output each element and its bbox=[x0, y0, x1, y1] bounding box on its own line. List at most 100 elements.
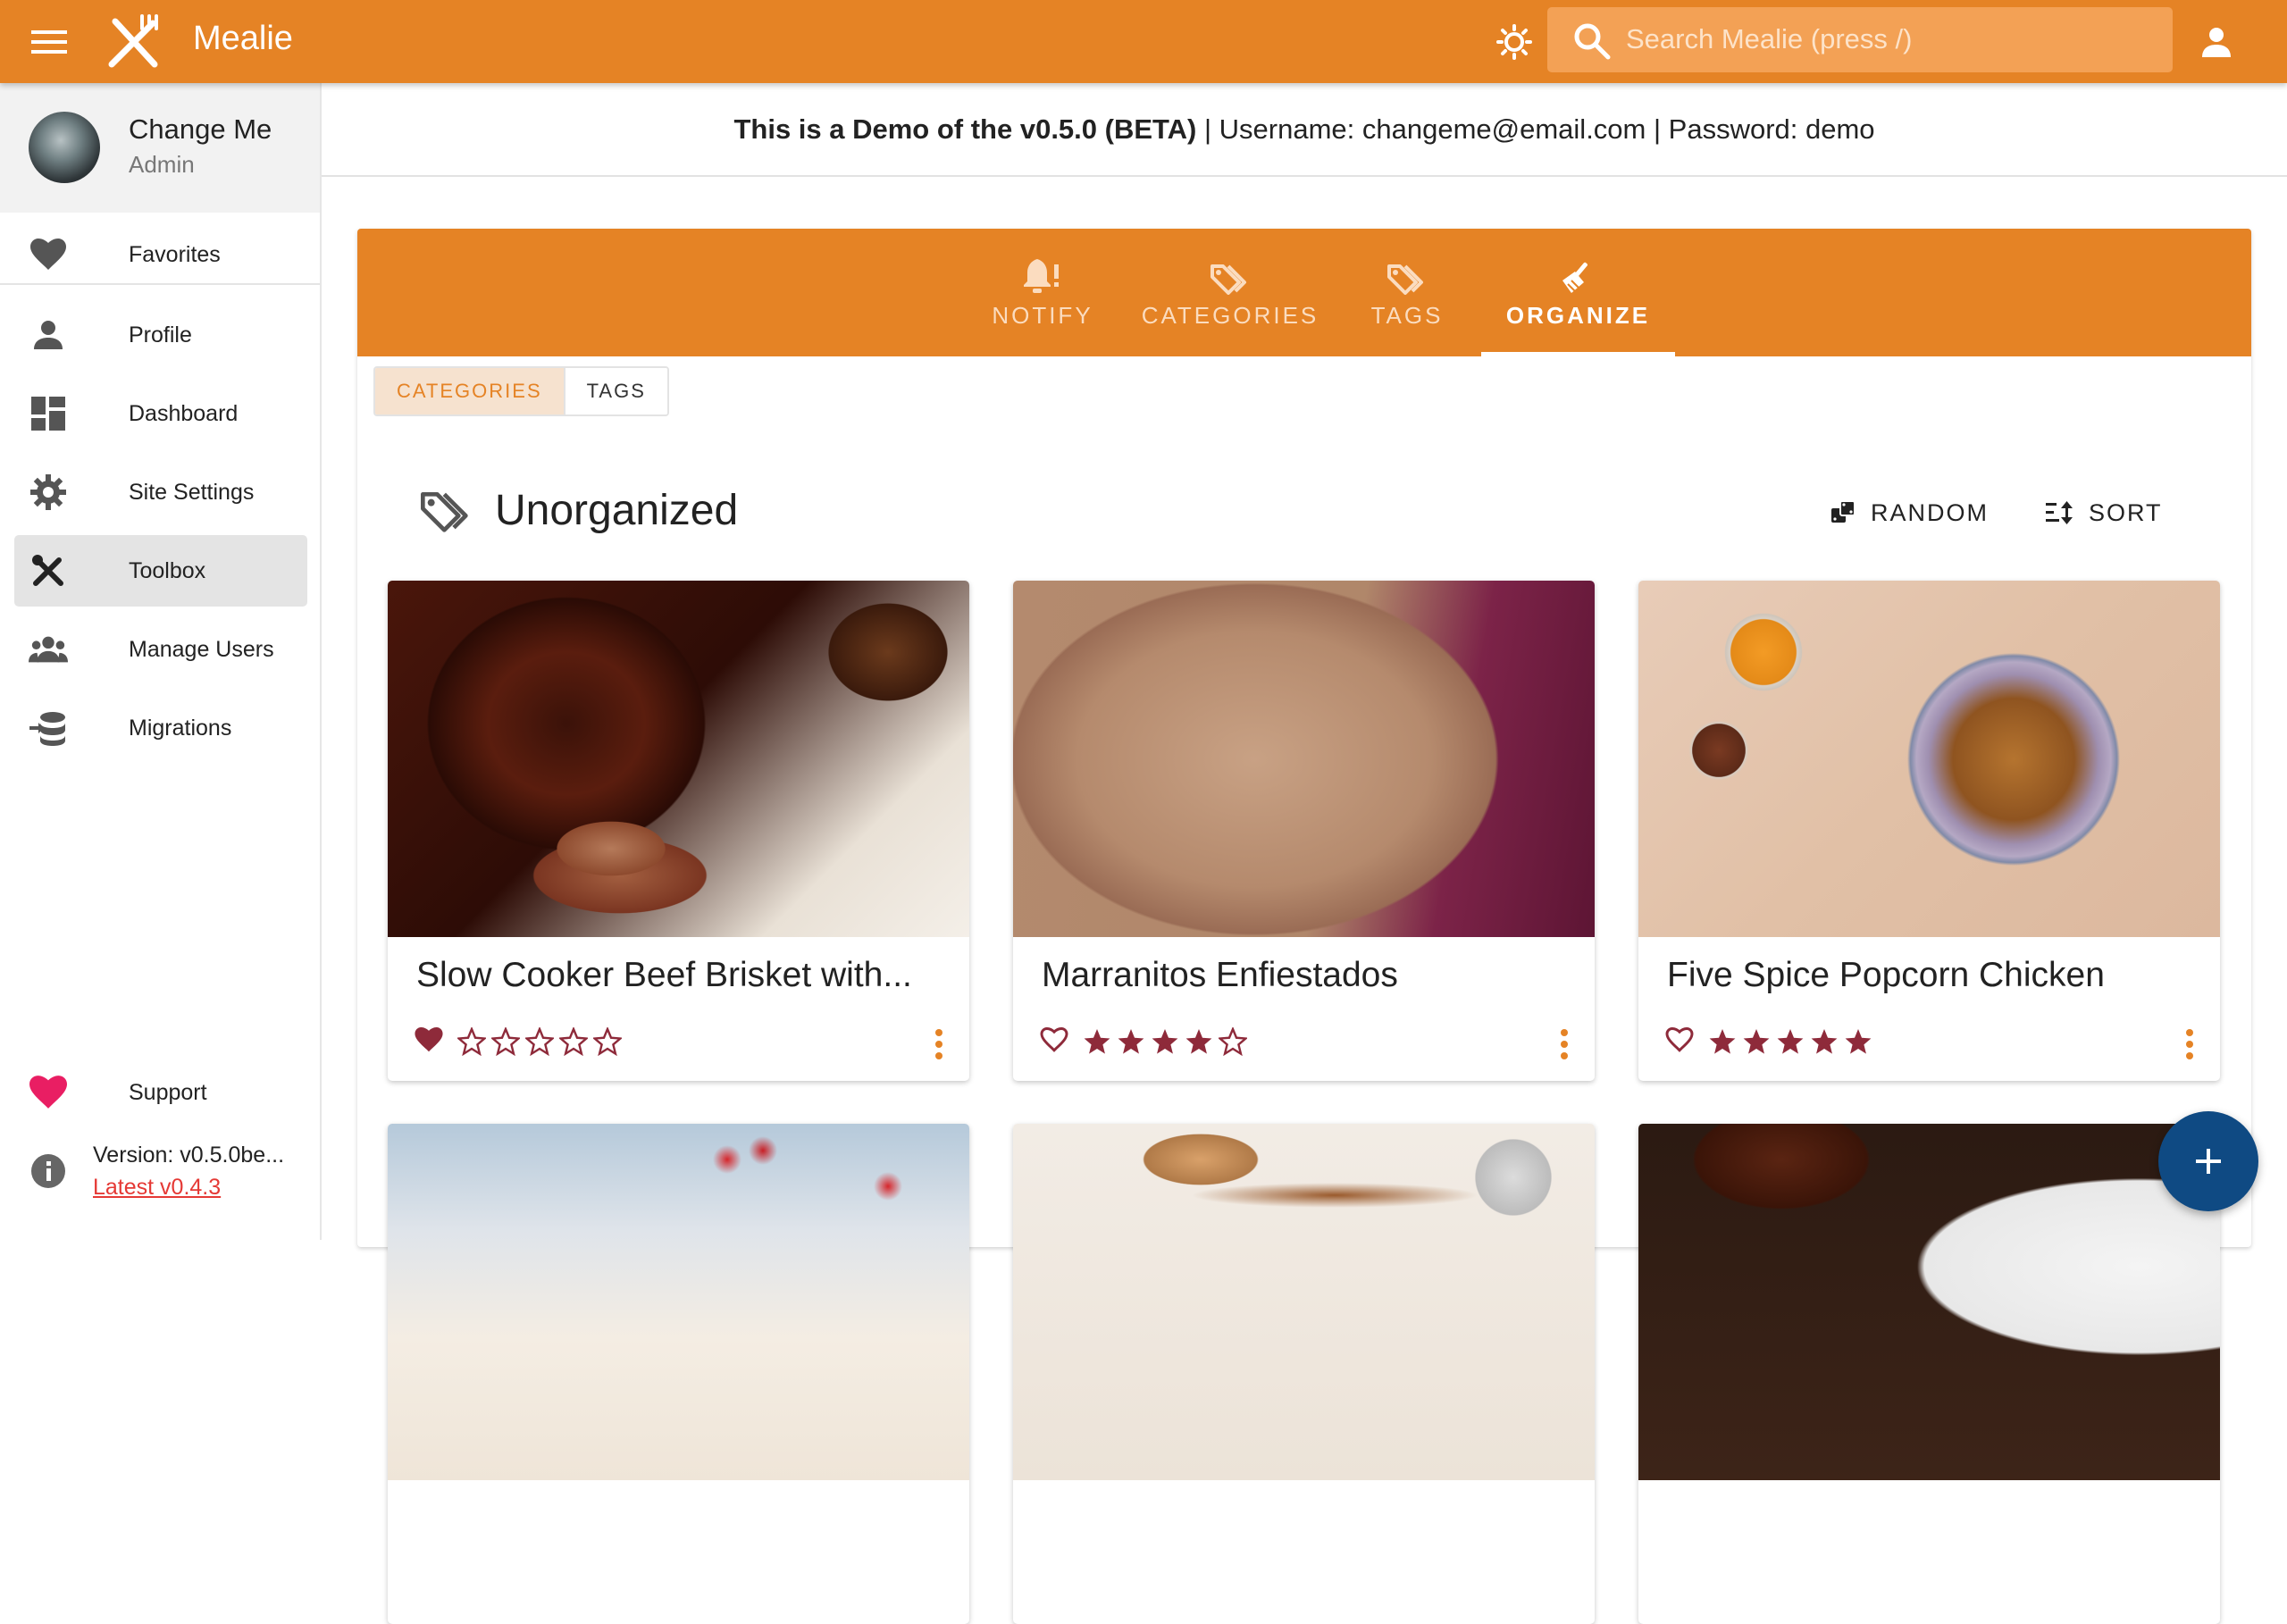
rating-stars[interactable] bbox=[1708, 1027, 1872, 1056]
sidebar-item-label: Migrations bbox=[129, 715, 232, 741]
sidebar-item-support[interactable]: Support bbox=[14, 1057, 307, 1128]
dice-icon bbox=[1831, 500, 1856, 523]
favorite-heart-outline-icon[interactable] bbox=[1665, 1026, 1697, 1059]
random-button[interactable]: RANDOM bbox=[1830, 493, 1989, 532]
recipe-card[interactable] bbox=[1638, 1124, 2220, 1624]
tags-icon bbox=[420, 490, 473, 537]
star-outline-icon[interactable] bbox=[525, 1027, 554, 1056]
version-text: Version: v0.5.0be... bbox=[93, 1143, 285, 1168]
broom-icon bbox=[1559, 255, 1598, 295]
star-filled-icon[interactable] bbox=[1117, 1027, 1145, 1056]
recipe-image[interactable] bbox=[1013, 581, 1595, 937]
sidebar-item-manage-users[interactable]: Manage Users bbox=[14, 614, 307, 685]
heart-icon bbox=[29, 1073, 68, 1112]
tags-icon bbox=[1387, 255, 1427, 295]
recipe-title: Marranitos Enfiestados bbox=[1042, 956, 1398, 994]
star-filled-icon[interactable] bbox=[1844, 1027, 1872, 1056]
star-outline-icon[interactable] bbox=[559, 1027, 588, 1056]
add-recipe-button[interactable] bbox=[2158, 1111, 2258, 1211]
menu-icon[interactable] bbox=[27, 23, 71, 61]
plus-icon bbox=[2196, 1149, 2221, 1174]
star-outline-icon[interactable] bbox=[491, 1027, 520, 1056]
demo-banner-title: This is a Demo of the v0.5.0 (BETA) bbox=[733, 113, 1197, 145]
app-title[interactable]: Mealie bbox=[193, 20, 293, 58]
recipe-image[interactable] bbox=[1638, 1124, 2220, 1480]
demo-banner-credentials: | Username: changeme@email.com | Passwor… bbox=[1196, 113, 1875, 145]
tab-tags[interactable]: TAGS bbox=[1333, 229, 1481, 356]
tab-label: CATEGORIES bbox=[1141, 302, 1319, 329]
avatar bbox=[29, 112, 100, 183]
sidebar-item-dashboard[interactable]: Dashboard bbox=[14, 378, 307, 449]
sidebar-item-toolbox[interactable]: Toolbox bbox=[14, 535, 307, 607]
tabs-bar: NOTIFY CATEGORIES TAGS ORGANIZE bbox=[357, 229, 2251, 356]
recipe-image[interactable] bbox=[388, 1124, 969, 1480]
tab-label: NOTIFY bbox=[992, 302, 1093, 329]
category-tag-toggle: CATEGORIES TAGS bbox=[373, 366, 669, 416]
tab-organize[interactable]: ORGANIZE bbox=[1481, 229, 1675, 356]
active-tab-indicator bbox=[1481, 352, 1675, 356]
tab-categories[interactable]: CATEGORIES bbox=[1127, 229, 1333, 356]
rating-stars[interactable] bbox=[457, 1027, 622, 1056]
star-filled-icon[interactable] bbox=[1151, 1027, 1179, 1056]
recipe-image[interactable] bbox=[1638, 581, 2220, 937]
section-header: Unorganized RANDOM SORT bbox=[420, 481, 2207, 543]
favorite-heart-filled-icon[interactable] bbox=[415, 1027, 447, 1059]
tags-icon bbox=[1211, 255, 1250, 295]
demo-banner: This is a Demo of the v0.5.0 (BETA) | Us… bbox=[322, 83, 2287, 177]
users-group-icon bbox=[29, 630, 68, 669]
star-filled-icon[interactable] bbox=[1776, 1027, 1805, 1056]
gear-icon bbox=[29, 473, 68, 512]
recipe-card[interactable]: Slow Cooker Beef Brisket with... bbox=[388, 581, 969, 1081]
sidebar-item-profile[interactable]: Profile bbox=[14, 299, 307, 371]
star-outline-icon[interactable] bbox=[1219, 1027, 1247, 1056]
rating-stars[interactable] bbox=[1083, 1027, 1247, 1056]
favorite-heart-outline-icon[interactable] bbox=[1040, 1026, 1072, 1059]
recipe-image[interactable] bbox=[388, 581, 969, 937]
star-outline-icon[interactable] bbox=[593, 1027, 622, 1056]
tools-icon bbox=[29, 551, 68, 590]
toggle-categories-button[interactable]: CATEGORIES bbox=[375, 368, 565, 414]
account-icon[interactable] bbox=[2194, 20, 2239, 64]
divider bbox=[0, 283, 320, 285]
sort-button[interactable]: SORT bbox=[2046, 493, 2163, 532]
search-icon bbox=[1572, 21, 1612, 65]
recipe-card[interactable] bbox=[388, 1124, 969, 1624]
tab-notify[interactable]: NOTIFY bbox=[958, 229, 1127, 356]
random-label: RANDOM bbox=[1871, 498, 1989, 526]
more-vertical-icon[interactable] bbox=[1546, 1022, 1582, 1067]
star-filled-icon[interactable] bbox=[1810, 1027, 1839, 1056]
toggle-tags-button[interactable]: TAGS bbox=[565, 368, 667, 414]
sidebar-item-label: Dashboard bbox=[129, 400, 239, 426]
more-vertical-icon[interactable] bbox=[921, 1022, 957, 1067]
dashboard-icon bbox=[29, 394, 68, 433]
latest-version-link[interactable]: Latest v0.4.3 bbox=[93, 1175, 221, 1201]
star-outline-icon[interactable] bbox=[457, 1027, 486, 1056]
user-name: Change Me bbox=[129, 113, 272, 145]
theme-toggle-icon[interactable] bbox=[1494, 21, 1535, 63]
star-filled-icon[interactable] bbox=[1742, 1027, 1771, 1056]
mealie-logo-icon[interactable] bbox=[103, 13, 165, 70]
toolbox-card: NOTIFY CATEGORIES TAGS ORGANIZE CATEGORI… bbox=[357, 229, 2251, 1624]
sort-label: SORT bbox=[2089, 498, 2163, 526]
section-title: Unorganized bbox=[495, 487, 739, 534]
sidebar-item-site-settings[interactable]: Site Settings bbox=[14, 456, 307, 528]
sidebar-item-label: Toolbox bbox=[129, 557, 206, 583]
sort-icon bbox=[2046, 501, 2073, 524]
database-import-icon bbox=[29, 708, 68, 748]
star-filled-icon[interactable] bbox=[1708, 1027, 1737, 1056]
recipe-title: Slow Cooker Beef Brisket with... bbox=[416, 956, 912, 994]
star-filled-icon[interactable] bbox=[1185, 1027, 1213, 1056]
person-icon bbox=[29, 315, 68, 355]
search-bar bbox=[1547, 7, 2173, 72]
recipe-card[interactable] bbox=[1013, 1124, 1595, 1624]
search-input[interactable] bbox=[1626, 16, 2153, 63]
info-icon bbox=[30, 1153, 66, 1193]
user-block[interactable]: Change Me Admin bbox=[0, 83, 320, 213]
star-filled-icon[interactable] bbox=[1083, 1027, 1111, 1056]
sidebar-item-migrations[interactable]: Migrations bbox=[14, 692, 307, 764]
recipe-card[interactable]: Five Spice Popcorn Chicken bbox=[1638, 581, 2220, 1081]
recipe-image[interactable] bbox=[1013, 1124, 1595, 1480]
recipe-card[interactable]: Marranitos Enfiestados bbox=[1013, 581, 1595, 1081]
more-vertical-icon[interactable] bbox=[2172, 1022, 2207, 1067]
sidebar-item-favorites[interactable]: Favorites bbox=[14, 219, 307, 290]
